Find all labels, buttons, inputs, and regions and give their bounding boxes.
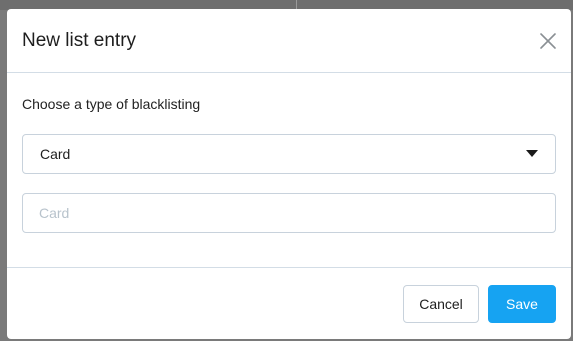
card-input[interactable] — [22, 193, 556, 233]
modal-title: New list entry — [22, 30, 137, 51]
close-button[interactable] — [537, 30, 559, 52]
select-value: Card — [40, 146, 71, 162]
save-button[interactable]: Save — [488, 285, 556, 323]
blacklist-type-label: Choose a type of blacklisting — [22, 96, 201, 112]
modal-body: Choose a type of blacklisting Card — [7, 73, 571, 268]
modal-header: New list entry — [7, 9, 571, 73]
caret-down-icon — [526, 150, 538, 157]
blacklist-type-select[interactable]: Card — [22, 134, 556, 174]
close-icon — [540, 33, 556, 49]
modal-footer: Cancel Save — [7, 267, 571, 339]
new-list-entry-dialog: New list entry Choose a type of blacklis… — [7, 9, 571, 339]
cancel-button[interactable]: Cancel — [403, 285, 479, 323]
